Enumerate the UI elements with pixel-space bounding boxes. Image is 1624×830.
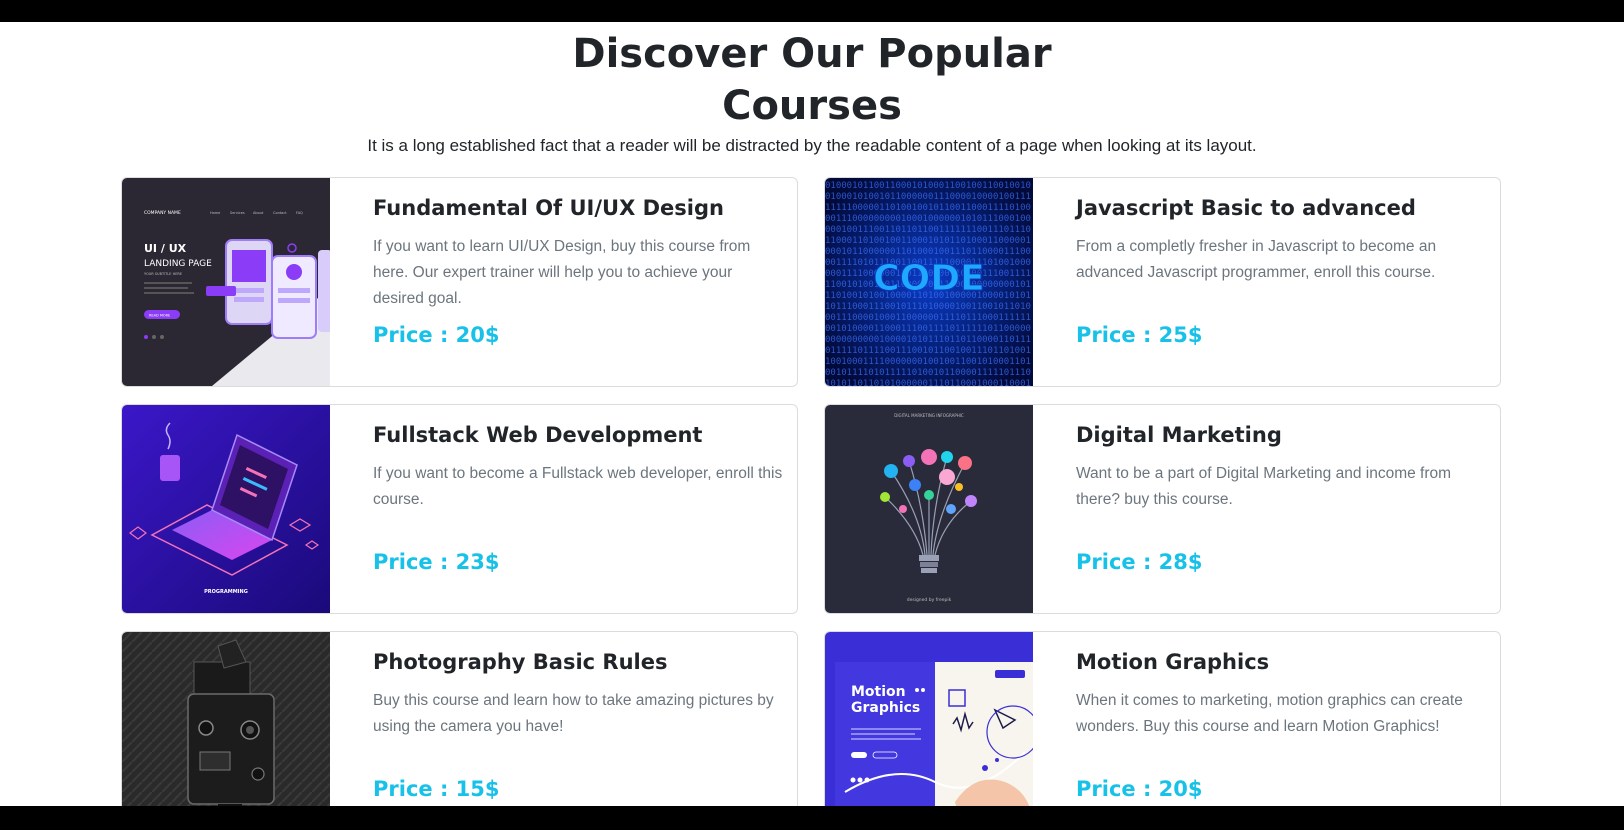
- course-price: Price : 25$: [1076, 323, 1203, 347]
- courses-section: Discover Our Popular Courses It is a lon…: [0, 22, 1624, 806]
- thumb-button: READ MORE: [149, 314, 170, 318]
- thumb-company: COMPANY NAME: [144, 210, 181, 216]
- course-image-ui-ux[interactable]: COMPANY NAME Home Services About Contact…: [122, 178, 330, 386]
- course-title[interactable]: Motion Graphics: [1076, 650, 1486, 674]
- course-description: From a completly fresher in Javascript t…: [1076, 238, 1437, 281]
- binary-row: 00111000000000100010000001010111000100: [825, 214, 1031, 224]
- course-card-motion-graphics[interactable]: Motion Graphics Motion Graphics When it …: [824, 631, 1501, 806]
- thumb-headline-line1: Motion: [851, 684, 906, 700]
- lightbulb-infographic-illustration: DIGITAL MARKETING INFOGRAPHIC designed b…: [825, 405, 1033, 613]
- thumb-code-word: CODE: [873, 258, 985, 299]
- course-title[interactable]: Digital Marketing: [1076, 423, 1486, 447]
- course-price: Price : 20$: [373, 323, 500, 347]
- course-image-digital-marketing[interactable]: DIGITAL MARKETING INFOGRAPHIC designed b…: [825, 405, 1033, 613]
- course-image-fullstack[interactable]: PROGRAMMING: [122, 405, 330, 613]
- motion-graphics-illustration: Motion Graphics: [825, 632, 1033, 806]
- section-subtitle: It is a long established fact that a rea…: [367, 136, 1257, 155]
- code-binary-illustration: 0100010110011000101000110010011001001001…: [825, 178, 1033, 386]
- course-title[interactable]: Fullstack Web Development: [373, 423, 783, 447]
- binary-row: 00000000001000010101110110110000110111: [825, 335, 1031, 345]
- vintage-camera-photo: [122, 632, 330, 806]
- binary-row: 01000101100110001010001100100110010010: [825, 181, 1031, 191]
- binary-row: 10111000111001011101000010011001011010: [825, 302, 1031, 312]
- course-image-javascript[interactable]: 01000101100110001010001100100110010010 01…: [825, 178, 1033, 386]
- bottom-edge: [0, 806, 1624, 830]
- course-card-photography[interactable]: Photography Basic Rules Buy this course …: [121, 631, 798, 806]
- binary-row: 00010110000001101000100111011000011100: [825, 247, 1031, 257]
- thumb-nav-2: Services: [230, 211, 245, 215]
- isometric-laptop-illustration: PROGRAMMING: [122, 405, 330, 613]
- binary-row: 11111000001101001001011001100011110100: [825, 203, 1031, 213]
- course-card-fullstack[interactable]: PROGRAMMING Fullstack Web Development If…: [121, 404, 798, 614]
- thumb-nav-5: FAQ: [296, 211, 303, 215]
- course-description: Want to be a part of Digital Marketing a…: [1076, 465, 1452, 508]
- course-card-digital-marketing[interactable]: DIGITAL MARKETING INFOGRAPHIC designed b…: [824, 404, 1501, 614]
- course-price: Price : 15$: [373, 777, 500, 801]
- course-image-motion-graphics[interactable]: Motion Graphics: [825, 632, 1033, 806]
- binary-row: 01111101111001110010110010011101101001: [825, 346, 1031, 356]
- thumb-credit: designed by freepik: [907, 597, 952, 603]
- binary-row: 00010011100110110110011111110011101110: [825, 225, 1031, 235]
- binary-row: 00111000010001100000011110111000111111: [825, 313, 1031, 323]
- thumb-headline: UI / UX: [144, 242, 187, 255]
- course-title[interactable]: Javascript Basic to advanced: [1076, 196, 1486, 220]
- binary-row: 11000110100100110001010110100011000001: [825, 236, 1031, 246]
- section-title: Discover Our Popular Courses: [0, 28, 1624, 132]
- course-description: When it comes to marketing, motion graph…: [1076, 692, 1463, 735]
- course-description: If you want to learn UI/UX Design, buy t…: [373, 238, 751, 307]
- thumb-subheadline: LANDING PAGE: [144, 259, 212, 269]
- course-description: If you want to become a Fullstack web de…: [373, 465, 783, 508]
- thumb-caption: PROGRAMMING: [204, 589, 248, 595]
- binary-row: 01000101001011000000111000010000100111: [825, 192, 1031, 202]
- thumb-nav-1: Home: [210, 211, 220, 215]
- course-title[interactable]: Fundamental Of UI/UX Design: [373, 196, 783, 220]
- section-title-line1: Discover Our Popular: [572, 31, 1052, 77]
- course-card-ui-ux[interactable]: COMPANY NAME Home Services About Contact…: [121, 177, 798, 387]
- thumb-headline-line2: Graphics: [851, 700, 920, 716]
- course-card-javascript[interactable]: 01000101100110001010001100100110010010 01…: [824, 177, 1501, 387]
- binary-row: 10101101101010000001110110001000110001: [825, 379, 1031, 386]
- thumb-nav-3: About: [253, 211, 264, 215]
- course-price: Price : 20$: [1076, 777, 1203, 801]
- binary-row: 10010001111000000010010011001010001101: [825, 357, 1031, 367]
- thumb-caption: DIGITAL MARKETING INFOGRAPHIC: [894, 413, 964, 418]
- course-price: Price : 23$: [373, 550, 500, 574]
- binary-row: 00101111010111110100101100001111101110: [825, 368, 1031, 378]
- ui-ux-landing-illustration: COMPANY NAME Home Services About Contact…: [122, 178, 330, 386]
- section-title-line2: Courses: [722, 83, 902, 129]
- binary-row: 00101000011000111001111011111101100000: [825, 324, 1031, 334]
- course-price: Price : 28$: [1076, 550, 1203, 574]
- course-image-photography[interactable]: [122, 632, 330, 806]
- course-title[interactable]: Photography Basic Rules: [373, 650, 783, 674]
- thumb-tagline: YOUR SUBTITLE HERE: [144, 272, 182, 276]
- course-description: Buy this course and learn how to take am…: [373, 692, 774, 735]
- thumb-nav-4: Contact: [273, 211, 287, 215]
